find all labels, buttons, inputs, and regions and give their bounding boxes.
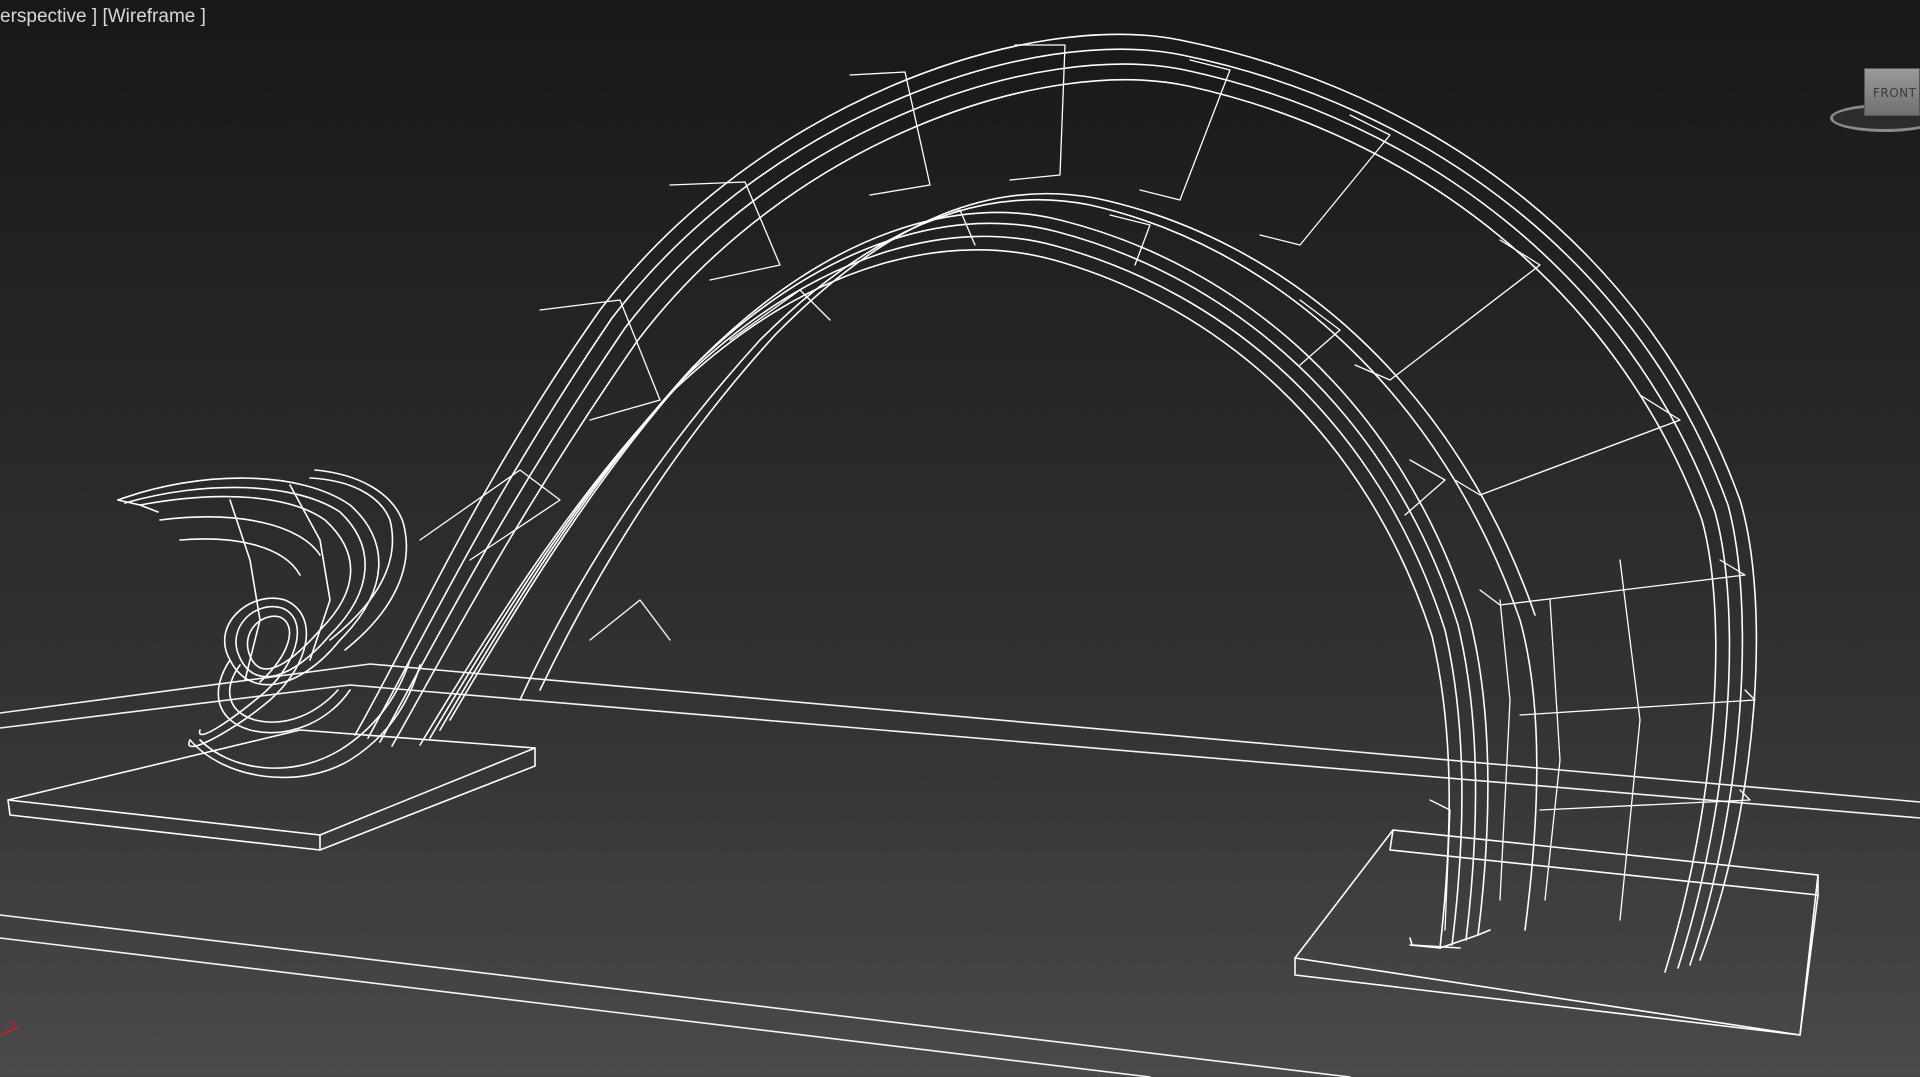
view-type-menu[interactable]: erspective ]	[0, 6, 97, 27]
viewport-label: erspective ] [Wireframe ]	[0, 6, 206, 28]
right-base-plate	[1294, 829, 1819, 1036]
perspective-viewport[interactable]: erspective ] [Wireframe ] FRONT x	[0, 0, 1920, 1077]
shading-mode-menu[interactable]: [Wireframe ]	[102, 6, 205, 27]
wireframe-scene[interactable]	[0, 0, 1920, 1077]
scroll-curl	[117, 469, 421, 779]
axis-tripod-icon: x	[1, 1016, 19, 1035]
arch-ribs	[419, 44, 1756, 931]
axis-x-label: x	[10, 1016, 17, 1029]
left-base-plate	[7, 729, 536, 851]
viewcube[interactable]: FRONT	[1830, 58, 1920, 138]
viewcube-front-face[interactable]: FRONT	[1864, 68, 1920, 116]
